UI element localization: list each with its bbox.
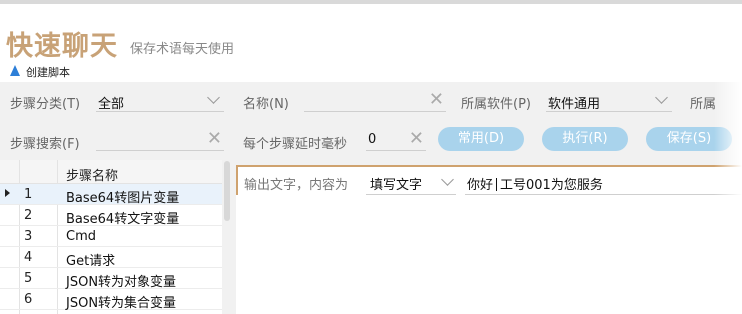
category-value: 全部: [98, 97, 125, 112]
banner: 快速聊天 保存术语每天使用: [0, 4, 742, 62]
steps-table: 步骤名称 1 Base64转图片变量 2 Base64转文字变量 3 Cmd 4…: [0, 160, 222, 314]
row-number: 2: [24, 208, 33, 223]
output-text-before: 你好: [467, 178, 494, 193]
editor-accent-border: [236, 165, 742, 167]
name-input[interactable]: ✕: [304, 90, 446, 112]
software-label: 所属软件(P): [461, 97, 531, 112]
table-row[interactable]: 2 Base64转文字变量: [0, 205, 222, 227]
table-row[interactable]: 6 JSON转为集合变量: [0, 289, 222, 311]
table-row[interactable]: 3 Cmd: [0, 226, 222, 247]
row-step-name: JSON转为集合变量: [66, 296, 177, 311]
app-logo-icon: [10, 65, 20, 76]
row-step-name: Base64转文字变量: [66, 212, 180, 227]
chevron-down-icon: [441, 173, 454, 186]
table-header: 步骤名称: [0, 160, 222, 184]
software-select[interactable]: 软件通用: [546, 90, 672, 112]
window-edge-fade: [714, 62, 742, 314]
table-row[interactable]: 5 JSON转为对象变量: [0, 268, 222, 290]
step-editor-panel: 输出文字，内容为 填写文字 你好 工号001为您服务: [236, 165, 742, 314]
search-input[interactable]: ✕: [96, 129, 224, 151]
row-step-name: JSON转为对象变量: [66, 275, 177, 290]
app-window: 创建脚本 步骤分类(T) 全部 名称(N) ✕ 所属软件(P) 软件通用 所属 …: [0, 62, 742, 314]
table-scrollbar[interactable]: [224, 161, 230, 221]
row-number: 1: [24, 187, 33, 202]
output-label: 输出文字，内容为: [244, 178, 349, 193]
run-button[interactable]: 执行(R): [542, 127, 628, 151]
clear-delay-icon[interactable]: ✕: [409, 129, 424, 149]
delay-input[interactable]: 0 ✕: [366, 129, 426, 151]
output-mode-select[interactable]: 填写文字: [366, 171, 456, 195]
row-number: 5: [24, 271, 33, 286]
category-label: 步骤分类(T): [10, 97, 81, 112]
editor-accent-border: [236, 165, 238, 195]
window-title: 创建脚本: [26, 66, 70, 79]
search-label: 步骤搜索(F): [10, 137, 80, 152]
chevron-down-icon: [655, 91, 668, 104]
delay-value: 0: [368, 132, 377, 147]
row-number: 6: [24, 292, 33, 307]
clear-search-icon[interactable]: ✕: [207, 129, 222, 149]
row-number: 4: [24, 250, 33, 265]
output-text-value: 你好 工号001为您服务: [467, 174, 603, 193]
clear-name-icon[interactable]: ✕: [429, 90, 444, 110]
column-header-step-name: 步骤名称: [66, 169, 119, 184]
row-step-name: Cmd: [66, 229, 96, 244]
chevron-down-icon: [207, 91, 220, 104]
output-mode-value: 填写文字: [370, 178, 423, 193]
title-bar: 创建脚本: [0, 62, 742, 82]
common-button[interactable]: 常用(D): [438, 127, 524, 151]
delay-label: 每个步骤延时毫秒: [243, 137, 348, 152]
text-cursor: [496, 178, 498, 191]
output-text-after: 工号001为您服务: [500, 178, 603, 193]
category-select[interactable]: 全部: [96, 90, 224, 112]
output-text-input[interactable]: 你好 工号001为您服务: [465, 171, 742, 195]
row-step-name: Base64转图片变量: [66, 191, 180, 206]
name-label: 名称(N): [243, 97, 289, 112]
row-number: 3: [24, 229, 33, 244]
banner-title: 快速聊天: [6, 31, 118, 62]
software-label-truncated: 所属: [690, 97, 717, 112]
banner-subtitle: 保存术语每天使用: [130, 42, 235, 57]
software-value: 软件通用: [548, 97, 601, 112]
table-row[interactable]: 1 Base64转图片变量: [0, 184, 222, 206]
current-row-icon: [5, 189, 10, 197]
table-row[interactable]: 4 Get请求: [0, 247, 222, 269]
row-step-name: Get请求: [66, 254, 116, 269]
